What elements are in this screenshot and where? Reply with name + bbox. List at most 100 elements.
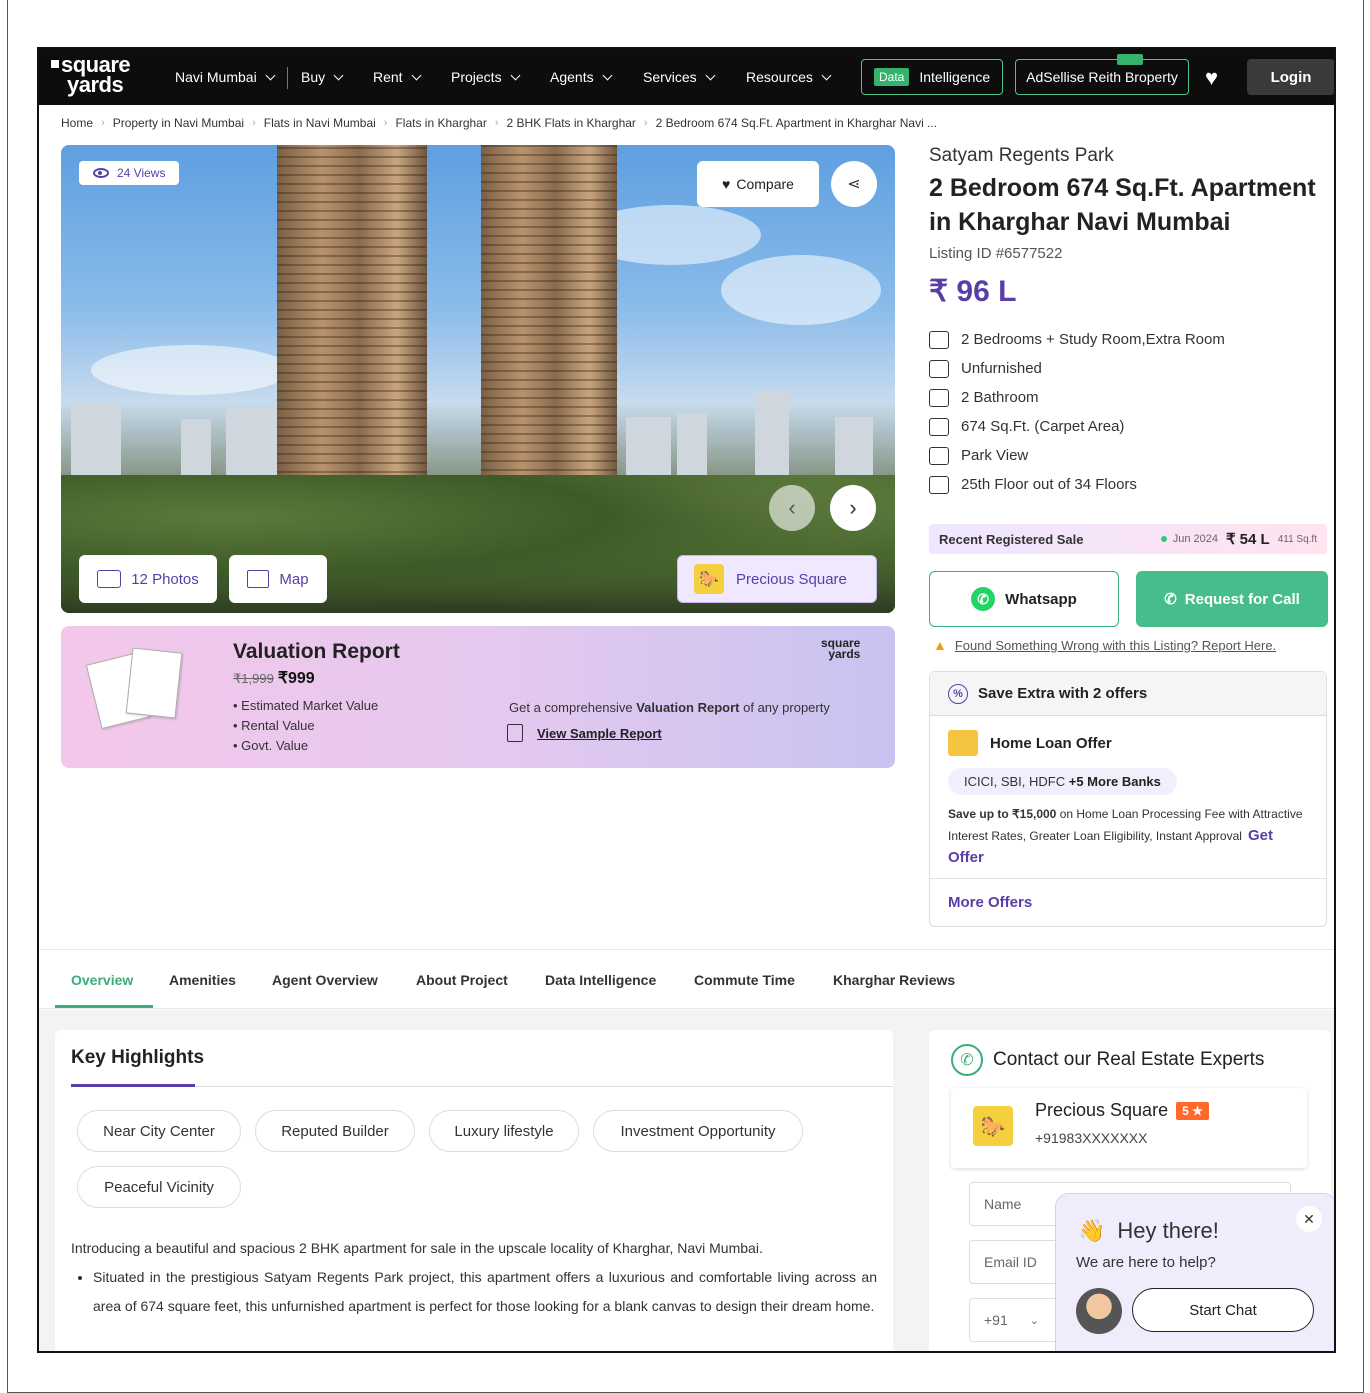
sell-property-button[interactable]: AdSellise Reith Broperty [1015,59,1189,95]
compare-button[interactable]: ♥ Compare [697,161,819,207]
image-icon [97,570,122,588]
city-selector[interactable]: Navi Mumbai [175,69,276,85]
offers-card: % Save Extra with 2 offers Home Loan Offe… [929,671,1327,927]
feature-item: 2 Bedrooms + Study Room,Extra Room [929,325,1329,354]
country-code-select[interactable]: +91 ⌄ [969,1298,1061,1342]
nav-projects[interactable]: Projects [451,69,521,85]
heart-icon[interactable]: ♥ [1205,65,1218,91]
tab-about-project[interactable]: About Project [416,972,508,988]
avatar [1076,1288,1122,1334]
feature-text: Park View [961,447,1029,464]
nav-rent[interactable]: Rent [373,69,422,85]
cloud-shape [91,345,291,395]
stairs-icon [929,475,949,494]
project-name[interactable]: Satyam Regents Park [929,145,1329,167]
report-documents-icon [85,644,185,730]
feature-item: 25th Floor out of 34 Floors [929,470,1329,499]
valuation-new-price: ₹999 [277,670,315,687]
contact-title: Contact our Real Estate Experts [993,1049,1265,1070]
banks-list: ICICI, SBI, HDFC [964,774,1066,789]
list-item: Rental Value [233,716,378,736]
highlight-chip: Near City Center [77,1110,241,1152]
agent-logo-icon: 🐎 [973,1106,1013,1146]
phone-icon: ✆ [951,1044,983,1076]
tab-data-intelligence[interactable]: Data Intelligence [545,972,656,988]
whatsapp-icon: ✆ [971,587,996,611]
data-intelligence-button[interactable]: Data Intelligence [861,59,1003,95]
background-building [755,391,789,481]
recent-sale-bar[interactable]: Recent Registered Sale Jun 2024 ₹ 54 L 4… [929,524,1327,554]
feature-item: Park View [929,441,1329,470]
request-call-label: Request for Call [1184,590,1300,608]
report-listing-link[interactable]: ▲ Found Something Wrong with this Listing… [933,637,1276,653]
list-item: Estimated Market Value [233,696,378,716]
breadcrumb-item[interactable]: Flats in Navi Mumbai [264,116,376,130]
agent-chip[interactable]: 🐎 Precious Square [677,555,877,603]
cloud-shape [721,255,881,325]
site-logo[interactable]: square yards [51,54,131,97]
chevron-right-icon: › [494,117,499,129]
bathtub-icon [929,388,949,407]
tab-commute-time[interactable]: Commute Time [694,972,795,988]
agent-name: Precious Square 5 ★ [1035,1100,1209,1121]
chevron-down-icon [602,70,613,80]
whatsapp-button[interactable]: ✆ Whatsapp [929,571,1119,627]
close-chat-button[interactable]: ✕ [1296,1206,1322,1232]
logo-text-2: yards [67,72,124,97]
prev-photo-button[interactable]: ‹ [769,485,815,531]
property-photo[interactable]: 24 Views ♥ Compare ⋖ ‹ › 12 Photos Map 🐎 P… [61,145,895,613]
city-label: Navi Mumbai [175,69,257,85]
next-photo-button[interactable]: › [830,485,876,531]
login-button[interactable]: Login [1247,59,1334,95]
breadcrumb-item[interactable]: Property in Navi Mumbai [113,116,244,130]
valuation-report-banner[interactable]: Valuation Report ₹1,999₹999 Estimated Ma… [61,626,895,768]
listing-title: 2 Bedroom 674 Sq.Ft. Apartment in Khargh… [929,174,1316,236]
nav-resources[interactable]: Resources [746,69,832,85]
agent-chip-label: Precious Square [736,570,847,588]
feature-item: Unfurnished [929,354,1329,383]
chevron-right-icon: › [849,495,857,520]
chevron-down-icon [411,70,422,80]
chevron-down-icon [510,70,521,80]
breadcrumb-item[interactable]: Flats in Kharghar [395,116,486,130]
breadcrumb-item[interactable]: 2 BHK Flats in Kharghar [507,116,636,130]
logo-square-icon [51,60,59,68]
chevron-right-icon: › [101,117,105,129]
share-button[interactable]: ⋖ [831,161,877,207]
map-icon [247,570,270,588]
status-dot-icon [1160,536,1167,542]
desc-post: of any property [743,700,830,715]
highlight-chip: Reputed Builder [255,1110,415,1152]
sell-property-label: AdSellise Reith Broperty [1026,69,1178,85]
nav-services[interactable]: Services [643,69,716,85]
views-badge: 24 Views [79,161,180,185]
download-icon [507,724,523,742]
more-offers-link[interactable]: More Offers [948,894,1032,911]
home-loan-icon [948,730,978,756]
banks-more: +5 More Banks [1068,774,1161,789]
banks-chip[interactable]: ICICI, SBI, HDFC +5 More Banks [948,768,1177,795]
chevron-down-icon: ⌄ [1029,1314,1039,1327]
start-chat-button[interactable]: Start Chat [1132,1288,1314,1332]
nav-buy[interactable]: Buy [301,69,344,85]
photos-button[interactable]: 12 Photos [79,555,217,603]
chevron-left-icon: ‹ [788,495,796,520]
listing-id: Listing ID #6577522 [929,245,1063,262]
tab-kharghar-reviews[interactable]: Kharghar Reviews [833,972,955,988]
chevron-down-icon [705,70,716,80]
tab-overview[interactable]: Overview [71,972,133,988]
agent-card[interactable]: 🐎 Precious Square 5 ★ +91983XXXXXXX [951,1088,1307,1168]
view-sample-report-link[interactable]: View Sample Report [507,724,662,742]
bed-icon [929,330,949,349]
tab-amenities[interactable]: Amenities [169,972,236,988]
breadcrumb-item[interactable]: Home [61,116,93,130]
tab-agent-overview[interactable]: Agent Overview [272,972,378,988]
document-shape [125,647,183,719]
request-call-button[interactable]: ✆ Request for Call [1136,571,1328,627]
nav-agents[interactable]: Agents [550,69,613,85]
nav-label: Resources [746,69,813,85]
home-loan-offer: Home Loan Offer [948,730,1112,756]
feature-text: Unfurnished [961,360,1042,377]
map-button[interactable]: Map [229,555,327,603]
feature-list: 2 Bedrooms + Study Room,Extra Room Unfur… [929,325,1329,499]
